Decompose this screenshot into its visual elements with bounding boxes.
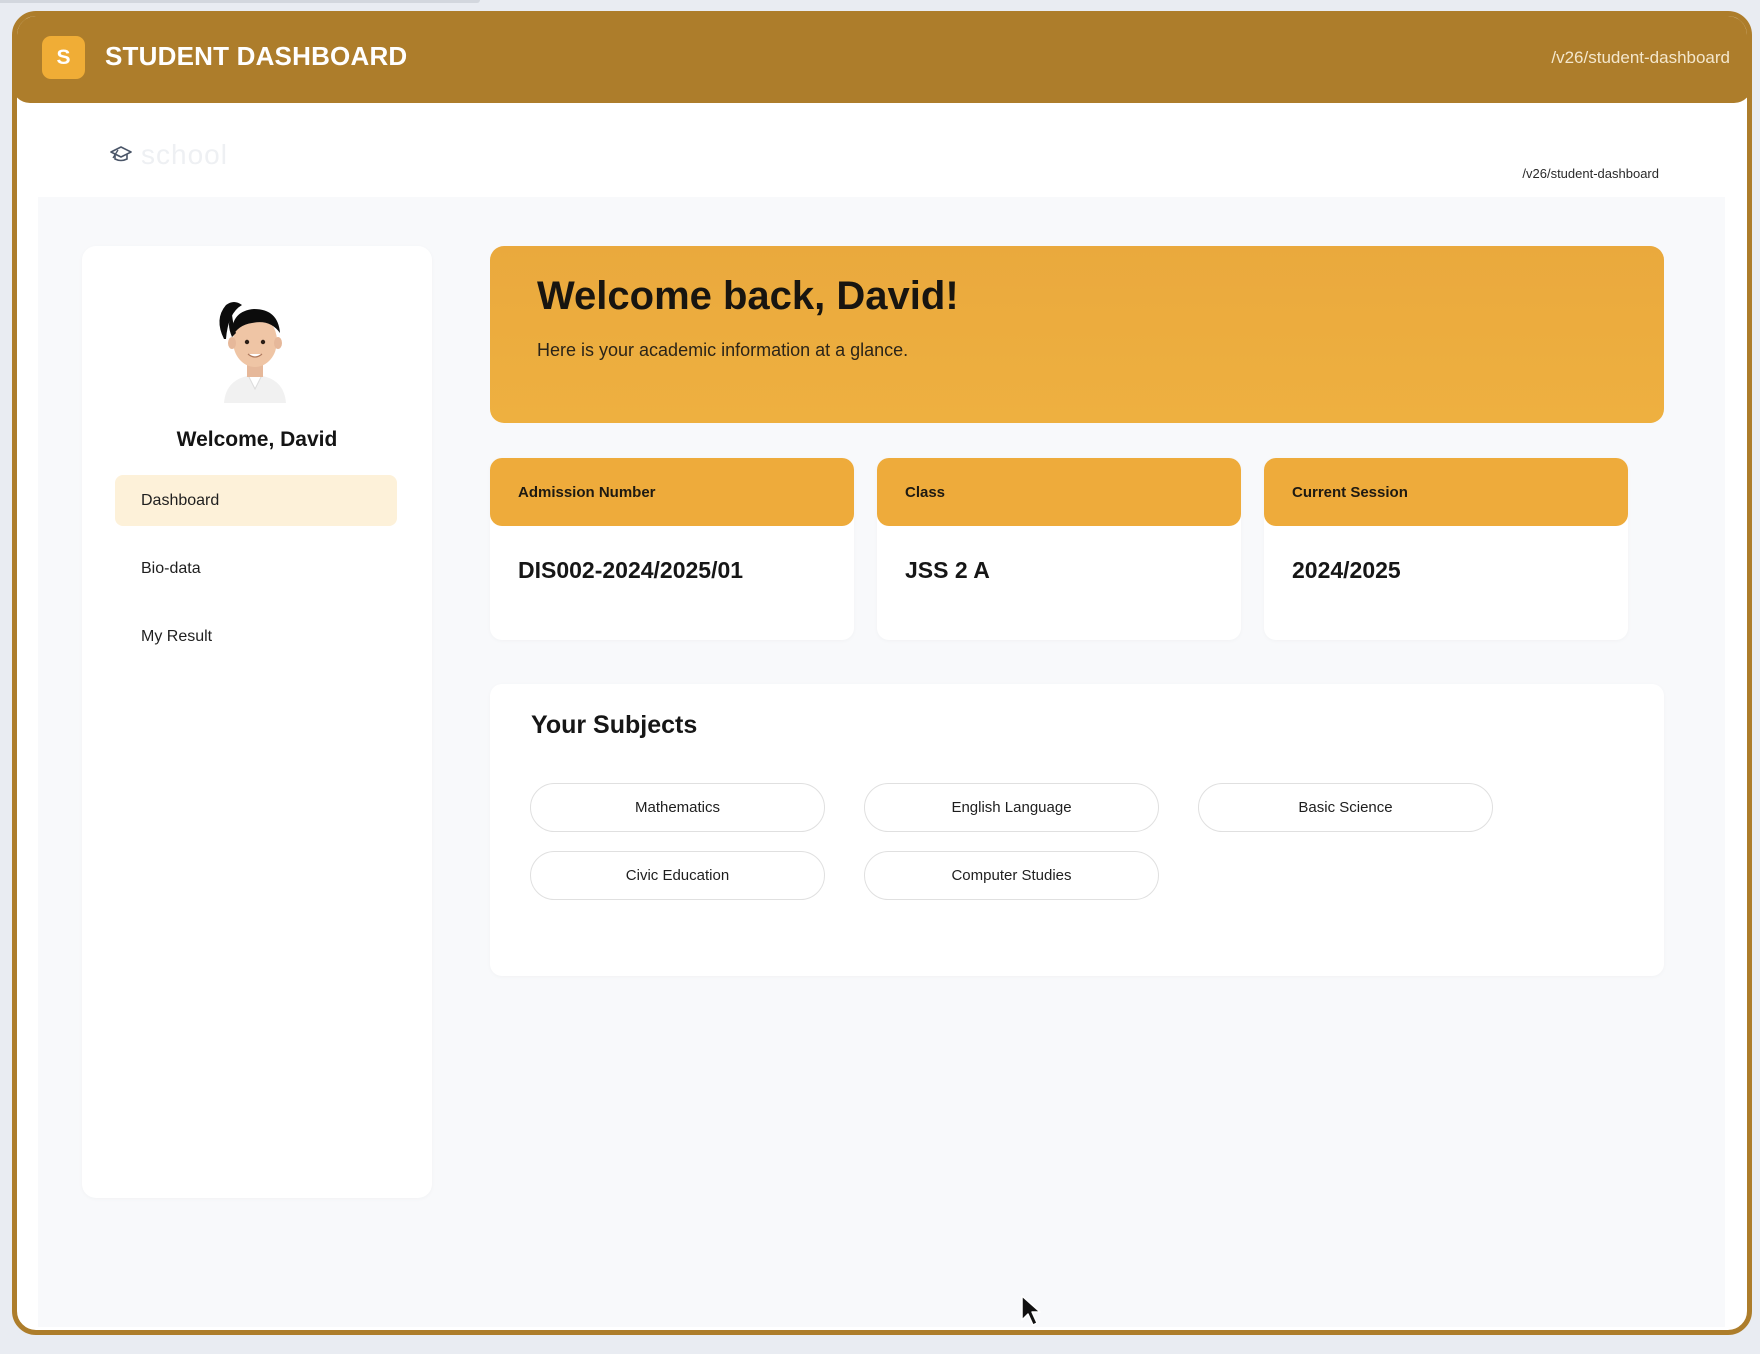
graduation-cap-icon[interactable] bbox=[110, 145, 132, 163]
subjects-title: Your Subjects bbox=[531, 711, 698, 739]
subject-pill[interactable]: Civic Education bbox=[530, 851, 825, 900]
current-session-card: Current Session 2024/2025 bbox=[1264, 458, 1628, 640]
app-window: S STUDENT DASHBOARD /v26/student-dashboa… bbox=[12, 11, 1752, 1335]
sidebar-welcome: Welcome, David bbox=[176, 428, 338, 451]
subject-pill[interactable]: Basic Science bbox=[1198, 783, 1493, 832]
mouse-pointer-icon bbox=[1021, 1295, 1041, 1326]
subject-pill[interactable]: Computer Studies bbox=[864, 851, 1159, 900]
card-label: Admission Number bbox=[490, 458, 854, 526]
browser-strip bbox=[0, 0, 480, 3]
brand-logo-text[interactable]: school bbox=[141, 139, 228, 171]
sidebar-item-my-result[interactable]: My Result bbox=[115, 611, 397, 662]
top-bar: S STUDENT DASHBOARD /v26/student-dashboa… bbox=[17, 16, 1747, 103]
app-title: STUDENT DASHBOARD bbox=[105, 41, 408, 71]
card-label: Current Session bbox=[1264, 458, 1628, 526]
welcome-banner: Welcome back, David! Here is your academ… bbox=[490, 246, 1664, 423]
card-label: Class bbox=[877, 458, 1241, 526]
app-logo-badge[interactable]: S bbox=[42, 36, 85, 79]
breadcrumb-path: /v26/student-dashboard bbox=[1522, 166, 1659, 181]
class-card: Class JSS 2 A bbox=[877, 458, 1241, 640]
admission-number-card: Admission Number DIS002-2024/2025/01 bbox=[490, 458, 854, 640]
sidebar-item-dashboard[interactable]: Dashboard bbox=[115, 475, 397, 526]
card-value: 2024/2025 bbox=[1292, 557, 1401, 583]
card-value: DIS002-2024/2025/01 bbox=[518, 557, 744, 583]
sidebar: Welcome, David Dashboard Bio-data My Res… bbox=[82, 246, 432, 1198]
subject-pill[interactable]: English Language bbox=[864, 783, 1159, 832]
card-value: JSS 2 A bbox=[905, 557, 990, 583]
main-content: Welcome, David Dashboard Bio-data My Res… bbox=[38, 197, 1725, 1327]
student-avatar bbox=[219, 302, 286, 403]
sidebar-item-bio-data[interactable]: Bio-data bbox=[115, 543, 397, 594]
page-header: school /v26/student-dashboard bbox=[17, 103, 1747, 197]
banner-title: Welcome back, David! bbox=[537, 274, 959, 318]
subject-pill[interactable]: Mathematics bbox=[530, 783, 825, 832]
route-path: /v26/student-dashboard bbox=[1551, 48, 1730, 67]
subjects-panel: Your Subjects Mathematics English Langua… bbox=[490, 684, 1664, 976]
banner-subtitle: Here is your academic information at a g… bbox=[537, 340, 909, 360]
